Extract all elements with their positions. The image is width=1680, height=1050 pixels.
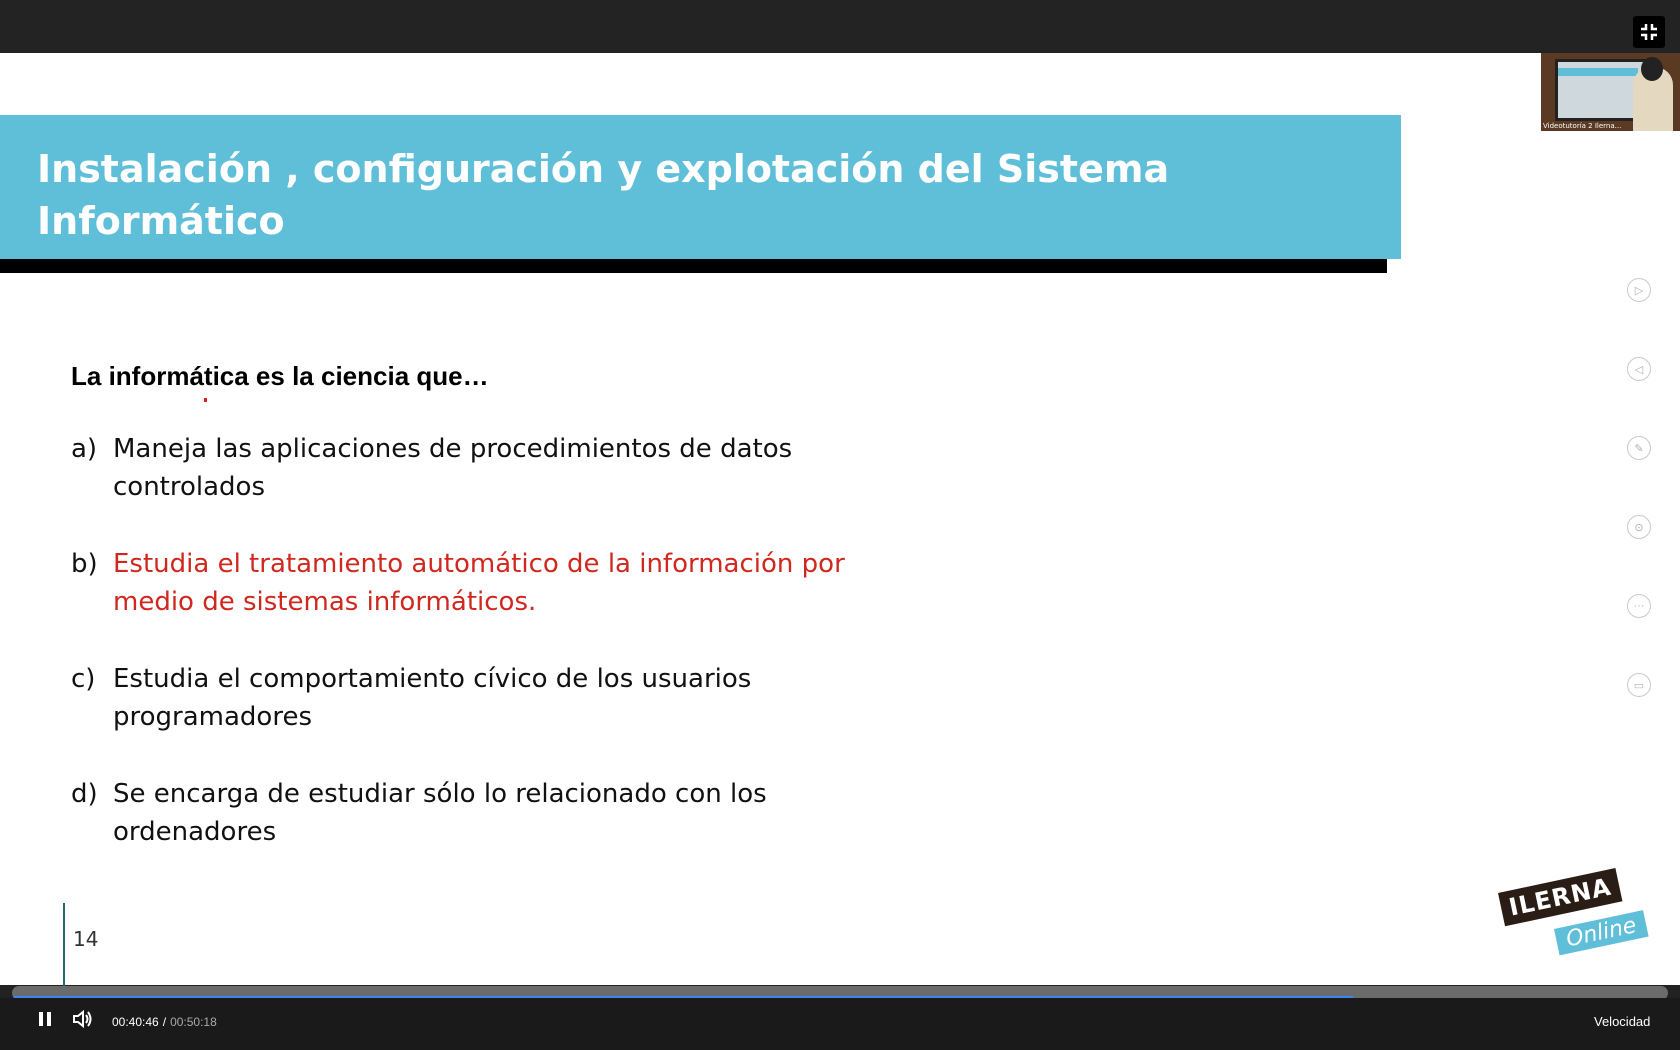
option-text: controlados — [113, 472, 266, 502]
option-text: ordenadores — [113, 817, 277, 847]
more-button[interactable]: ··· — [1627, 594, 1651, 618]
question-text: La informática es la ciencia que… — [71, 361, 489, 391]
option-text: Se encarga de estudiar sólo lo relaciona… — [113, 779, 767, 809]
speed-button[interactable]: Velocidad — [1594, 1014, 1650, 1029]
pause-button[interactable] — [37, 1010, 53, 1028]
time-display: 00:40:46 / 00:50:18 — [112, 1015, 217, 1029]
play-next-icon: ▷ — [1634, 284, 1644, 297]
current-time: 00:40:46 — [112, 1015, 159, 1029]
title-underline — [0, 259, 1387, 273]
option-b: b) Estudia el tratamiento automático de … — [71, 545, 851, 621]
presentation-slide: Instalación , configuración y explotació… — [0, 53, 1680, 1038]
more-icon: ··· — [1633, 600, 1645, 612]
laser-button[interactable]: ⊙ — [1627, 515, 1651, 539]
option-letter: d) — [71, 779, 98, 809]
total-time: 00:50:18 — [170, 1015, 217, 1029]
laser-icon: ⊙ — [1634, 521, 1644, 534]
ilerna-logo: ILERNA Online — [1498, 868, 1649, 963]
slide-title: Instalación , configuración y explotació… — [37, 143, 1337, 247]
webcam-thumbnail[interactable]: Videotutoría 2 Ilerna... — [1541, 53, 1680, 131]
option-text: Estudia el tratamiento automático de la … — [113, 549, 845, 579]
prev-slide-button[interactable]: ◁ — [1627, 357, 1651, 381]
play-prev-icon: ◁ — [1634, 363, 1644, 376]
volume-icon — [73, 1009, 92, 1029]
pause-icon — [39, 1012, 51, 1026]
option-letter: b) — [71, 549, 98, 579]
next-slide-button[interactable]: ▷ — [1627, 278, 1651, 302]
player-topbar — [0, 0, 1680, 53]
option-text: Estudia el comportamiento cívico de los … — [113, 664, 752, 694]
pen-button[interactable]: ✎ — [1627, 436, 1651, 460]
pen-icon: ✎ — [1634, 442, 1644, 455]
volume-button[interactable] — [72, 1009, 94, 1029]
speed-label: Velocidad — [1594, 1014, 1651, 1029]
player-controls: 00:40:46 / 00:50:18 Velocidad — [0, 998, 1680, 1050]
option-text: programadores — [113, 702, 312, 732]
webcam-caption: Videotutoría 2 Ilerna... — [1543, 122, 1622, 130]
exit-fullscreen-button[interactable] — [1633, 16, 1665, 48]
time-separator: / — [162, 1015, 167, 1029]
page-number: 14 — [73, 927, 99, 951]
option-text: Maneja las aplicaciones de procedimiento… — [113, 434, 793, 464]
annotation-mark — [204, 398, 207, 402]
screen-button[interactable]: ▭ — [1627, 673, 1651, 697]
option-letter: c) — [71, 664, 96, 694]
option-a: a) Maneja las aplicaciones de procedimie… — [71, 430, 851, 506]
slide-title-line2: Informático — [37, 199, 285, 243]
option-letter: a) — [71, 434, 98, 464]
logo-sub: Online — [1554, 910, 1649, 956]
exit-fullscreen-icon — [1641, 24, 1657, 40]
option-d: d) Se encarga de estudiar sólo lo relaci… — [71, 775, 851, 851]
presenter-head — [1641, 57, 1663, 81]
slide-title-line1: Instalación , configuración y explotació… — [37, 147, 1170, 191]
option-c: c) Estudia el comportamiento cívico de l… — [71, 660, 851, 736]
screen-icon: ▭ — [1633, 679, 1645, 692]
option-text: medio de sistemas informáticos. — [113, 587, 537, 617]
